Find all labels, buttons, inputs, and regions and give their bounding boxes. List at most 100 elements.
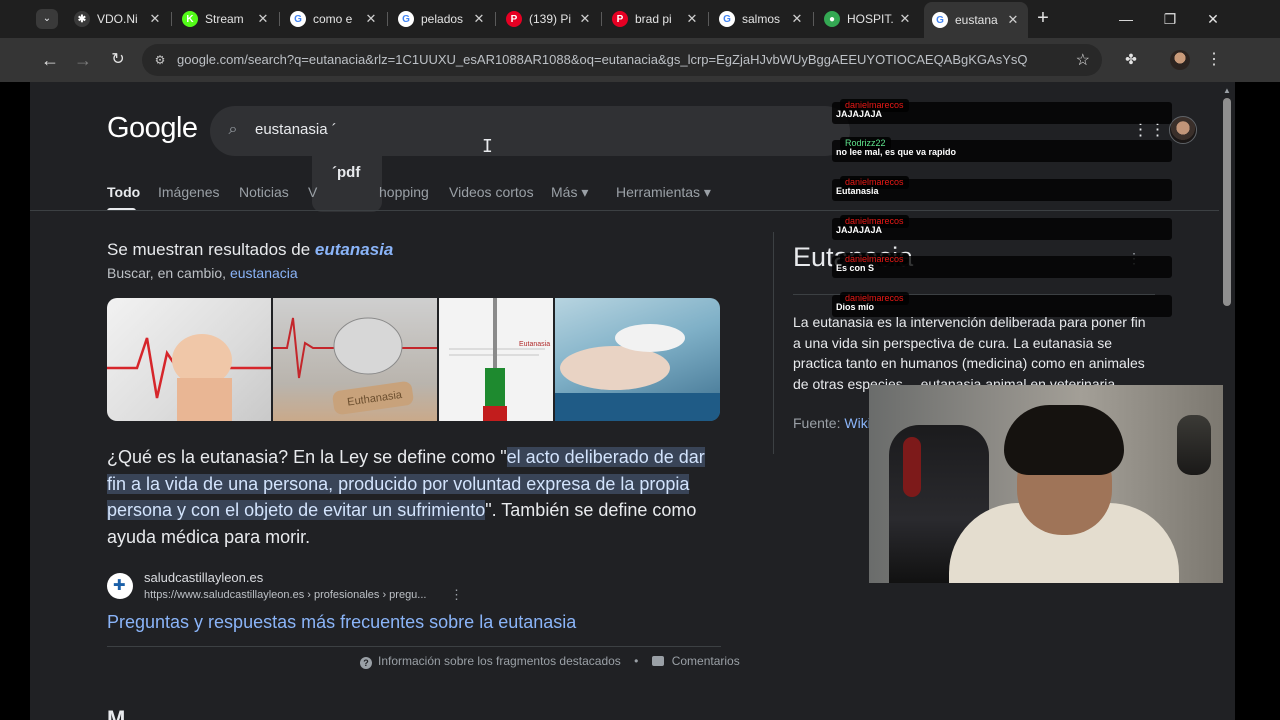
browser-tab[interactable]: P (139) Pi ✕ xyxy=(498,6,600,32)
tab-separator xyxy=(495,12,496,26)
source-url[interactable]: https://www.saludcastillayleon.es › prof… xyxy=(144,589,426,601)
tab-title: brad pi xyxy=(635,12,672,26)
chat-message: danielmarecos JAJAJAJA xyxy=(832,215,1172,240)
wikipedia-link[interactable]: Wiki xyxy=(844,415,870,431)
profile-avatar[interactable] xyxy=(1170,50,1190,70)
scroll-up-icon[interactable]: ▲ xyxy=(1223,86,1231,95)
tab-title: salmos xyxy=(742,12,781,26)
tab-close-icon[interactable]: ✕ xyxy=(364,11,378,27)
tab-favicon-icon: G xyxy=(398,11,414,27)
image-strip: Euthanasia Eutanasia xyxy=(107,298,720,421)
tab-imagenes[interactable]: Imágenes xyxy=(158,184,219,200)
patient-hands-image xyxy=(555,324,720,421)
tab-close-icon[interactable]: ✕ xyxy=(1006,12,1020,28)
chat-text: no lee mal, es que va rapido xyxy=(836,147,957,157)
new-tab-button[interactable]: + xyxy=(1033,8,1053,28)
tab-close-icon[interactable]: ✕ xyxy=(578,11,592,27)
image-result[interactable] xyxy=(555,298,720,421)
search-box[interactable]: ⌕ eustanasia ´ xyxy=(210,106,850,156)
result-title-link[interactable]: Preguntas y respuestas más frecuentes so… xyxy=(107,612,576,633)
close-window-button[interactable]: ✕ xyxy=(1199,8,1227,30)
tab-videos[interactable]: V xyxy=(308,184,317,200)
tab-close-icon[interactable]: ✕ xyxy=(472,11,486,27)
google-logo[interactable]: Google xyxy=(107,112,198,145)
tab-title: eustana xyxy=(955,13,998,27)
image-result[interactable]: Euthanasia xyxy=(273,298,437,421)
result-menu-icon[interactable]: ⋮ xyxy=(450,587,463,603)
tab-separator xyxy=(601,12,602,26)
euthanasia-vial-image: Euthanasia xyxy=(273,317,437,415)
left-margin xyxy=(0,82,30,720)
knowledge-panel-divider xyxy=(773,232,774,454)
featured-snippet: ¿Qué es la eutanasia? En la Ley se defin… xyxy=(107,444,717,550)
minimize-button[interactable]: — xyxy=(1112,8,1140,30)
address-text[interactable]: google.com/search?q=eutanacia&rlz=1C1UUX… xyxy=(177,52,1027,67)
image-result[interactable] xyxy=(107,298,271,421)
tab-search-button[interactable]: ⌄ xyxy=(36,9,58,29)
heartbeat-fist-image xyxy=(107,334,271,421)
tab-separator xyxy=(171,12,172,26)
extensions-icon[interactable]: ✤ xyxy=(1121,49,1141,69)
tab-separator xyxy=(387,12,388,26)
forward-icon[interactable]: → xyxy=(71,48,95,72)
feedback-icon xyxy=(651,656,664,666)
bookmark-star-icon[interactable]: ☆ xyxy=(1076,50,1090,70)
tab-videos-cortos[interactable]: Videos cortos xyxy=(449,184,534,200)
tab-favicon-icon: G xyxy=(932,12,948,28)
tab-favicon-icon: P xyxy=(506,11,522,27)
showing-prefix: Se muestran resultados de xyxy=(107,240,315,259)
feedback-link[interactable]: Comentarios xyxy=(672,654,740,668)
account-avatar[interactable] xyxy=(1169,116,1197,144)
tab-close-icon[interactable]: ✕ xyxy=(790,11,804,27)
site-info-icon[interactable]: ⚙ xyxy=(152,52,168,68)
image-result[interactable]: Eutanasia xyxy=(439,298,553,421)
tab-noticias[interactable]: Noticias xyxy=(239,184,289,200)
search-icon: ⌕ xyxy=(228,121,238,138)
search-input[interactable]: eustanasia ´ xyxy=(255,121,337,138)
chat-message: danielmarecos Eutanasia xyxy=(832,176,1172,201)
tab-favicon-icon: G xyxy=(719,11,735,27)
tab-close-icon[interactable]: ✕ xyxy=(898,11,912,27)
original-term-link[interactable]: eustanacia xyxy=(230,265,298,281)
restore-button[interactable]: ❐ xyxy=(1156,8,1184,30)
browser-tab[interactable]: K Stream ✕ xyxy=(174,6,278,32)
corrected-term-link[interactable]: eutanasia xyxy=(315,240,393,259)
chat-message: danielmarecos JAJAJAJA xyxy=(832,99,1172,124)
browser-menu-icon[interactable]: ⋮ xyxy=(1206,48,1222,72)
chat-message: Rodrizz22 no lee mal, es que va rapido xyxy=(832,137,1172,162)
tab-close-icon[interactable]: ✕ xyxy=(256,11,270,27)
browser-tab[interactable]: Gcomo e ✕ xyxy=(282,6,386,32)
browser-tab[interactable]: Gpelados ✕ xyxy=(390,6,494,32)
source-name[interactable]: saludcastillayleon.es xyxy=(144,570,263,585)
snippet-info-link[interactable]: Información sobre los fragmentos destaca… xyxy=(378,654,621,668)
tab-strip: ⌄ ✱ VDO.Ni ✕ K Stream ✕ Gcomo e ✕ Gpelados ✕ P (139… xyxy=(0,0,1280,38)
browser-tab[interactable]: ✱ VDO.Ni ✕ xyxy=(66,6,170,32)
browser-tab[interactable]: Pbrad pi ✕ xyxy=(604,6,707,32)
back-icon[interactable]: ← xyxy=(38,48,62,72)
tab-mas[interactable]: Más ▾ xyxy=(551,184,588,201)
autocomplete-suggestion[interactable]: ´pdf xyxy=(332,164,360,181)
scrollbar-thumb[interactable] xyxy=(1223,98,1231,306)
tab-close-icon[interactable]: ✕ xyxy=(148,11,162,27)
chat-text: Es con S xyxy=(836,263,875,273)
tab-favicon-icon: ✱ xyxy=(74,11,90,27)
tab-close-icon[interactable]: ✕ xyxy=(685,11,699,27)
browser-tab[interactable]: Gsalmos ✕ xyxy=(711,6,812,32)
tab-favicon-icon: P xyxy=(612,11,628,27)
chat-text: JAJAJAJA xyxy=(836,109,883,119)
tab-shopping[interactable]: hopping xyxy=(379,184,429,200)
browser-tab[interactable]: ● HOSPIT. ✕ xyxy=(816,6,920,32)
tab-herramientas[interactable]: Herramientas ▾ xyxy=(616,184,711,201)
source-favicon[interactable] xyxy=(107,573,133,599)
tab-todo[interactable]: Todo xyxy=(107,184,140,200)
syringe-document-image: Eutanasia xyxy=(449,298,550,421)
chair-accent xyxy=(903,437,921,497)
browser-tab[interactable]: Geustana ✕ xyxy=(924,2,1028,38)
webcam-overlay xyxy=(869,385,1223,583)
reload-icon[interactable]: ↻ xyxy=(106,48,130,72)
tab-favicon-icon: ● xyxy=(824,11,840,27)
address-bar[interactable]: ⚙ google.com/search?q=eutanacia&rlz=1C1U… xyxy=(142,44,1102,76)
header-divider xyxy=(30,210,1235,211)
chat-message: danielmarecos Dios mío xyxy=(832,292,1172,317)
tab-title: VDO.Ni xyxy=(97,12,138,26)
